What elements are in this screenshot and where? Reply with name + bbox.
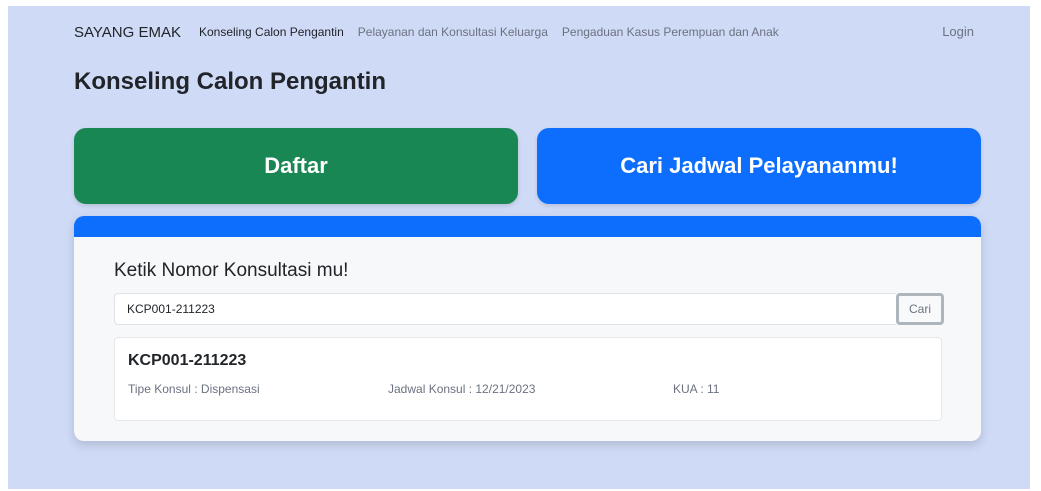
- result-card: KCP001-211223 Tipe Konsul : Dispensasi J…: [114, 337, 942, 421]
- cari-jadwal-button[interactable]: Cari Jadwal Pelayananmu!: [537, 128, 981, 204]
- search-button[interactable]: Cari: [896, 293, 944, 325]
- search-card: Ketik Nomor Konsultasi mu! Cari KCP001-2…: [74, 216, 981, 441]
- page-title: Konseling Calon Pengantin: [74, 68, 387, 95]
- nav-link-pelayanan[interactable]: Pelayanan dan Konsultasi Keluarga: [358, 25, 548, 39]
- nav-link-pengaduan[interactable]: Pengaduan Kasus Perempuan dan Anak: [562, 25, 779, 39]
- search-input[interactable]: [114, 293, 896, 325]
- brand-logo[interactable]: SAYANG EMAK: [74, 24, 181, 41]
- daftar-button[interactable]: Daftar: [74, 128, 518, 204]
- page-background: SAYANG EMAK Konseling Calon Pengantin Pe…: [8, 6, 1030, 489]
- nav-link-konseling[interactable]: Konseling Calon Pengantin: [199, 25, 344, 39]
- navbar: SAYANG EMAK Konseling Calon Pengantin Pe…: [74, 20, 974, 44]
- result-tipe: Tipe Konsul : Dispensasi: [128, 382, 260, 396]
- search-title: Ketik Nomor Konsultasi mu!: [114, 260, 349, 281]
- login-link[interactable]: Login: [942, 24, 974, 39]
- card-header: [74, 216, 981, 237]
- result-jadwal: Jadwal Konsul : 12/21/2023: [388, 382, 536, 396]
- result-code: KCP001-211223: [128, 352, 247, 369]
- result-kua: KUA : 11: [673, 382, 720, 396]
